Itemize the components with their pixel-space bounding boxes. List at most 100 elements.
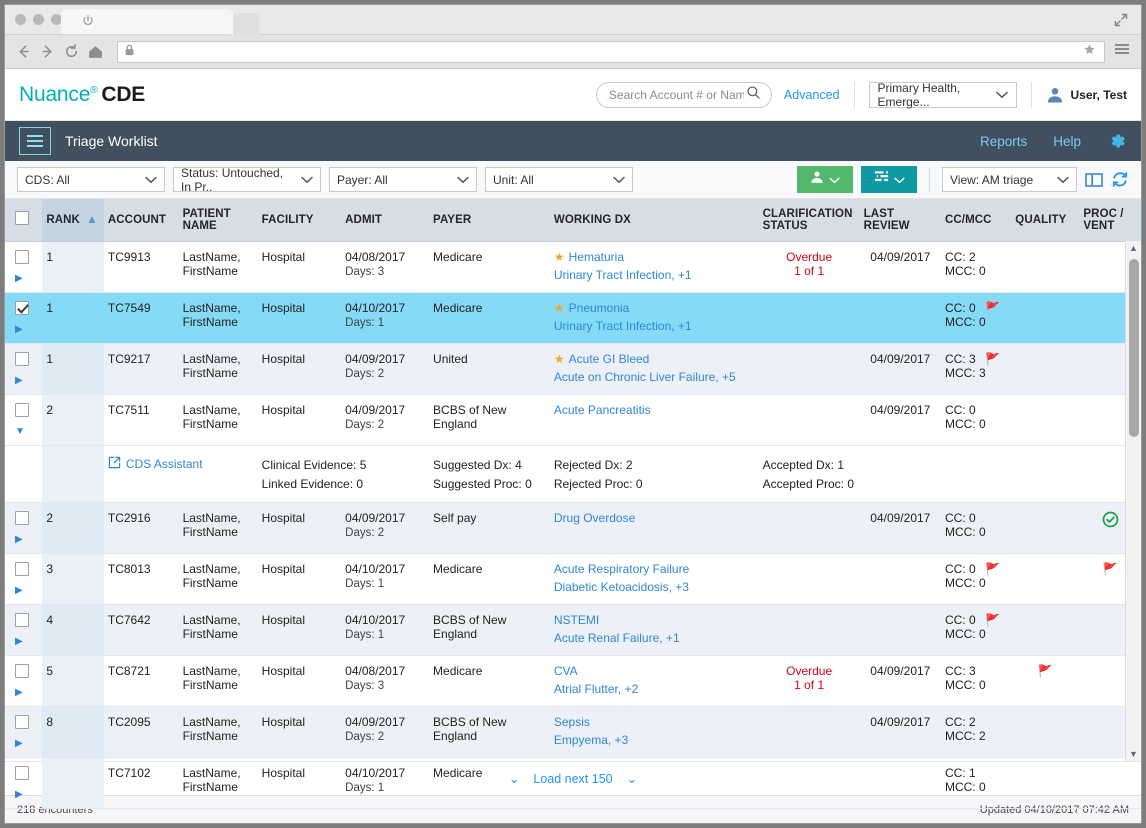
columns-layout-icon[interactable] xyxy=(1085,172,1103,188)
dx-primary-link[interactable]: CVA xyxy=(554,664,578,678)
forward-arrow-icon[interactable] xyxy=(39,43,56,60)
cds-assistant-link-cell[interactable]: CDS Assistant xyxy=(103,445,258,503)
header-proc-vent[interactable]: PROC / VENT xyxy=(1079,199,1141,242)
row-checkbox[interactable] xyxy=(15,663,29,678)
row-checkbox[interactable] xyxy=(15,300,29,315)
search-icon[interactable] xyxy=(746,85,761,105)
header-account[interactable]: ACCOUNT xyxy=(103,199,179,242)
header-patient-name[interactable]: PATIENT NAME xyxy=(178,199,258,242)
new-tab-button[interactable] xyxy=(233,13,259,35)
dx-secondary-link[interactable]: Urinary Tract Infection, +1 xyxy=(554,319,755,333)
bulk-actions-button[interactable] xyxy=(861,166,917,193)
expand-icon[interactable] xyxy=(1113,12,1129,33)
row-select-cell[interactable]: ▶ xyxy=(5,655,43,707)
dx-secondary-link[interactable]: Acute Renal Failure, +1 xyxy=(554,631,755,645)
expand-row-icon[interactable]: ▶ xyxy=(15,375,38,386)
reload-icon[interactable] xyxy=(63,43,80,60)
dx-primary-link[interactable]: NSTEMI xyxy=(554,613,599,627)
table-row[interactable]: ▶ 3 TC8013 LastName, FirstName Hospital … xyxy=(5,553,1141,605)
user-menu[interactable]: User, Test xyxy=(1046,86,1127,104)
row-select-cell[interactable]: ▼ xyxy=(5,394,43,446)
row-select-cell[interactable]: ▶ xyxy=(5,241,43,293)
row-checkbox[interactable] xyxy=(15,561,29,576)
dx-primary-link[interactable]: Pneumonia xyxy=(569,301,630,315)
expand-row-icon[interactable]: ▶ xyxy=(15,534,38,545)
gear-icon[interactable] xyxy=(1107,131,1127,151)
reports-link[interactable]: Reports xyxy=(980,134,1027,149)
row-select-cell[interactable]: ▶ xyxy=(5,343,43,395)
row-checkbox[interactable] xyxy=(15,510,29,525)
table-scrollbar[interactable]: ▲ ▼ xyxy=(1125,241,1141,761)
expand-row-icon[interactable]: ▶ xyxy=(15,789,38,800)
row-checkbox[interactable] xyxy=(15,402,29,417)
header-payer[interactable]: PAYER xyxy=(429,199,550,242)
table-row[interactable]: ▶ 8 TC2095 LastName, FirstName Hospital … xyxy=(5,706,1141,758)
row-checkbox[interactable] xyxy=(15,612,29,627)
header-select-all[interactable] xyxy=(5,199,43,242)
dx-primary-link[interactable]: Hematuria xyxy=(569,250,624,264)
address-bar[interactable] xyxy=(117,40,1105,63)
hamburger-menu-icon[interactable] xyxy=(1113,41,1131,62)
table-row[interactable]: ▶ 5 TC8721 LastName, FirstName Hospital … xyxy=(5,655,1141,707)
dx-primary-link[interactable]: Acute Pancreatitis xyxy=(554,403,651,417)
dx-primary-link[interactable]: Acute GI Bleed xyxy=(569,352,650,366)
table-row[interactable]: ▶ TC7102 LastName, FirstName Hospital 04… xyxy=(5,757,1141,809)
table-row[interactable]: ▶ 1 TC7549 LastName, FirstName Hospital … xyxy=(5,292,1141,344)
collapse-row-icon[interactable]: ▼ xyxy=(15,426,38,437)
row-select-cell[interactable]: ▶ xyxy=(5,706,43,758)
filter-payer[interactable]: Payer: All xyxy=(329,167,477,192)
filter-cds[interactable]: CDS: All xyxy=(17,167,165,192)
view-dropdown[interactable]: View: AM triage xyxy=(942,167,1077,192)
dx-secondary-link[interactable]: Urinary Tract Infection, +1 xyxy=(554,268,755,282)
expand-row-icon[interactable]: ▶ xyxy=(15,273,38,284)
header-working-dx[interactable]: WORKING DX xyxy=(549,199,759,242)
search-box[interactable] xyxy=(595,81,772,108)
header-facility[interactable]: FACILITY xyxy=(257,199,342,242)
expand-row-icon[interactable]: ▶ xyxy=(15,687,38,698)
dx-primary-link[interactable]: Sepsis xyxy=(554,715,590,729)
header-cc-mcc[interactable]: CC/MCC xyxy=(940,199,1012,242)
header-admit[interactable]: ADMIT xyxy=(341,199,430,242)
table-row[interactable]: ▶ 1 TC9217 LastName, FirstName Hospital … xyxy=(5,343,1141,395)
row-checkbox[interactable] xyxy=(15,249,29,264)
dx-secondary-link[interactable]: Diabetic Ketoacidosis, +3 xyxy=(554,580,755,594)
help-link[interactable]: Help xyxy=(1053,134,1081,149)
home-icon[interactable] xyxy=(87,43,104,60)
refresh-icon[interactable] xyxy=(1111,171,1129,188)
header-last-review[interactable]: LAST REVIEW xyxy=(859,199,941,242)
header-rank[interactable]: RANK ▲ xyxy=(42,199,104,242)
expand-row-icon[interactable]: ▶ xyxy=(15,324,38,335)
row-select-cell[interactable]: ▶ xyxy=(5,757,43,809)
window-controls[interactable] xyxy=(15,14,62,25)
dx-secondary-link[interactable]: Acute on Chronic Liver Failure, +5 xyxy=(554,370,755,384)
scroll-up-icon[interactable]: ▲ xyxy=(1126,241,1141,255)
scroll-down-icon[interactable]: ▼ xyxy=(1126,747,1141,761)
star-bookmark-icon[interactable] xyxy=(1083,43,1096,61)
dx-primary-link[interactable]: Drug Overdose xyxy=(554,511,635,525)
header-quality[interactable]: QUALITY xyxy=(1011,199,1080,242)
table-row[interactable]: ▶ 2 TC2916 LastName, FirstName Hospital … xyxy=(5,502,1141,554)
table-row[interactable]: ▶ 4 TC7642 LastName, FirstName Hospital … xyxy=(5,604,1141,656)
advanced-search-link[interactable]: Advanced xyxy=(784,88,840,102)
select-all-checkbox[interactable] xyxy=(15,211,29,226)
row-select-cell[interactable]: ▶ xyxy=(5,553,43,605)
row-select-cell[interactable]: ▶ xyxy=(5,292,43,344)
expand-row-icon[interactable]: ▶ xyxy=(15,738,38,749)
expand-row-icon[interactable]: ▶ xyxy=(15,585,38,596)
dx-secondary-link[interactable]: Empyema, +3 xyxy=(554,733,755,747)
back-arrow-icon[interactable] xyxy=(15,43,32,60)
filter-status[interactable]: Status: Untouched, In Pr.. xyxy=(173,166,321,194)
assign-user-button[interactable] xyxy=(797,166,853,193)
row-checkbox[interactable] xyxy=(15,714,29,729)
facility-dropdown[interactable]: Primary Health, Emerge... xyxy=(868,81,1017,109)
scrollbar-thumb[interactable] xyxy=(1129,259,1139,437)
row-select-cell[interactable]: ▶ xyxy=(5,604,43,656)
expand-row-icon[interactable]: ▶ xyxy=(15,636,38,647)
table-row[interactable]: ▶ 1 TC9913 LastName, FirstName Hospital … xyxy=(5,241,1141,293)
row-select-cell[interactable]: ▶ xyxy=(5,502,43,554)
row-checkbox[interactable] xyxy=(15,765,29,780)
header-clarification-status[interactable]: CLARIFICATION STATUS xyxy=(758,199,860,242)
main-menu-button[interactable] xyxy=(19,127,51,155)
cds-assistant-link[interactable]: CDS Assistant xyxy=(108,456,254,472)
row-checkbox[interactable] xyxy=(15,351,29,366)
